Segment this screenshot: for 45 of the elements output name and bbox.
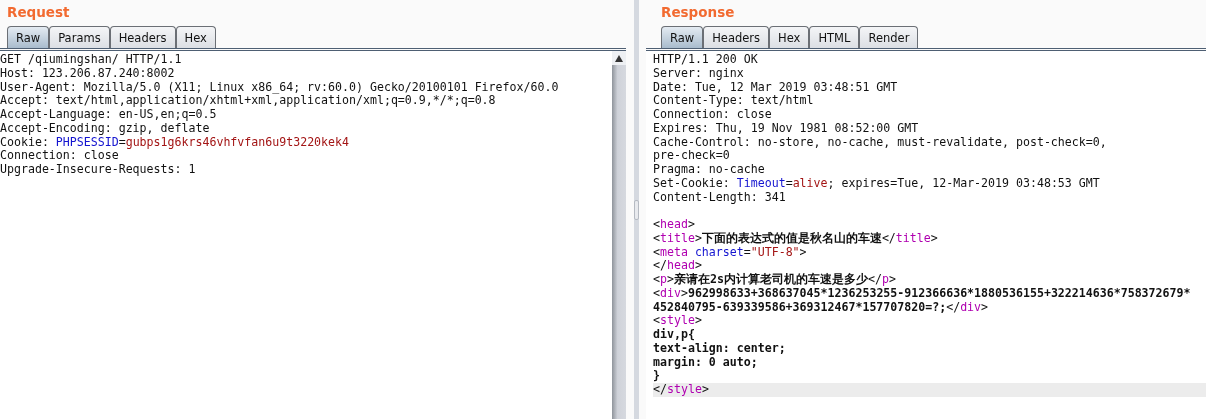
code-line: Set-Cookie: Timeout=alive; expires=Tue, 12-Mar-2019 03:48:53 GMT	[653, 176, 1101, 191]
code-line: Accept: text/html,application/xhtml+xml,application/xml;q=0.9,*/*;q=0.8	[0, 94, 497, 108]
code-line: User-Agent: Mozilla/5.0 (X11; Linux x86_64; rv:60.0) Gecko/20100101 Firefox/60.0	[0, 80, 560, 95]
tab[interactable]: HTML	[809, 26, 860, 48]
code-line: Accept-Encoding: gzip, deflate	[0, 121, 210, 136]
code-line: Expires: Thu, 19 Nov 1981 08:52:00 GMT	[653, 121, 920, 136]
scrollbar[interactable]	[612, 51, 626, 419]
code-line: <div>962998633+368637045*1236253255-912366636*1880536155+322214636*758372679*	[653, 286, 1192, 301]
code-line: GET /qiumingshan/ HTTP/1.1	[0, 53, 183, 67]
code-line: Host: 123.206.87.240:8002	[0, 66, 176, 81]
code-line: Content-Length: 341	[653, 190, 787, 205]
code-line: Connection: close	[0, 149, 120, 163]
code-line: <style>	[653, 314, 703, 328]
code-line: Connection: close	[653, 108, 773, 122]
code-line: Upgrade-Insecure-Requests: 1	[0, 163, 197, 177]
scroll-up-icon[interactable]	[612, 51, 626, 65]
code-line: <title>下面的表达式的值是秋名山的车速</title>	[653, 231, 939, 246]
panel-title: Request	[6, 3, 71, 22]
panel-title: Response	[660, 3, 736, 22]
code-line: HTTP/1.1 200 OK	[653, 53, 759, 67]
code-line: </head>	[653, 259, 703, 273]
tab[interactable]: Hex	[769, 26, 810, 48]
tab[interactable]: Headers	[703, 26, 770, 48]
code-line: text-align: center;	[653, 341, 787, 356]
code-line: div,p{	[653, 328, 696, 342]
code-line: Date: Tue, 12 Mar 2019 03:48:51 GMT	[653, 80, 899, 95]
code-line: }	[653, 369, 660, 383]
tab[interactable]: Hex	[175, 26, 216, 48]
code-line: Accept-Language: en-US,en;q=0.5	[0, 108, 218, 122]
code-line: Pragma: no-cache	[653, 163, 766, 177]
tab[interactable]: Raw	[661, 26, 704, 48]
tab[interactable]: Headers	[109, 26, 176, 48]
code-line: Server: nginx	[653, 66, 745, 81]
tab[interactable]: Render	[859, 26, 919, 48]
code-line: <meta charset="UTF-8">	[653, 245, 808, 260]
code-line: margin: 0 auto;	[653, 355, 759, 370]
code-line: <p>亲请在2s内计算老司机的车速是多少</p>	[653, 273, 897, 287]
code-line: Cookie: PHPSESSID=gubps1g6krs46vhfvfan6u9t3220kek4	[0, 135, 351, 150]
code-line: 452840795-639339586+369312467*157707820=?;</div>	[653, 300, 990, 315]
code-line: pre-check=0	[653, 149, 731, 163]
code-line: Content-Type: text/html	[653, 94, 815, 108]
code-line: <head>	[653, 218, 696, 232]
tab[interactable]: Raw	[7, 26, 50, 48]
tab[interactable]: Params	[49, 26, 110, 48]
code-line: Cache-Control: no-store, no-cache, must-revalidate, post-check=0,	[653, 135, 1108, 150]
